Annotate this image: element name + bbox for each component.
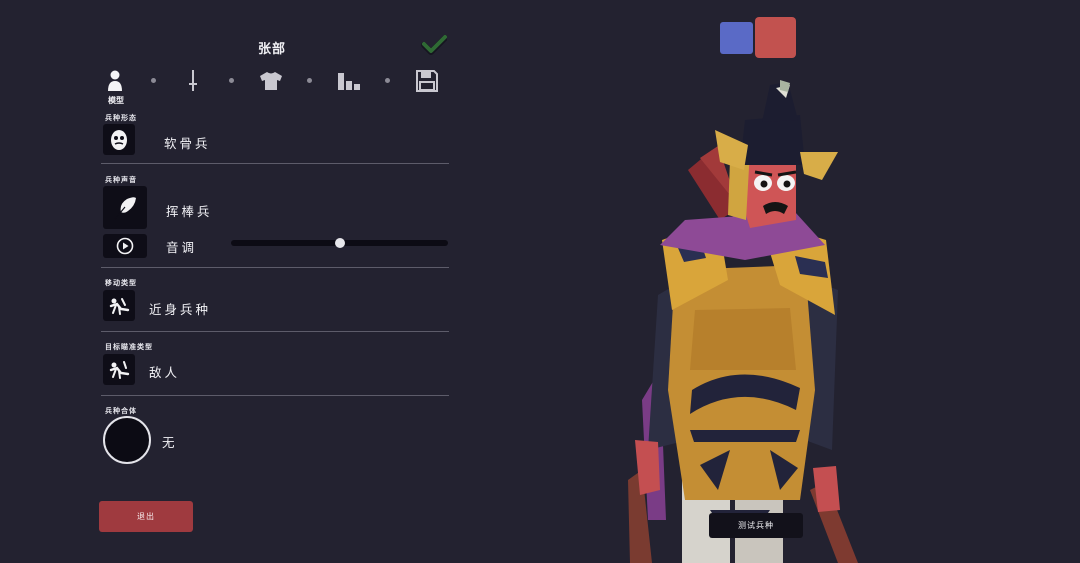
movement-section-label: 移动类型 [105, 279, 137, 287]
person-icon [108, 70, 122, 91]
targeting-select-button[interactable] [103, 354, 135, 385]
test-unit-button[interactable]: 测试兵种 [709, 513, 803, 538]
unit-name-title: 张部 [257, 42, 286, 57]
tab-model[interactable] [102, 68, 128, 94]
melee-movement-icon [109, 297, 130, 315]
tab-separator-dot [307, 78, 312, 83]
tab-separator-dot [229, 78, 234, 83]
bar-chart-icon [338, 73, 360, 90]
tab-weapon[interactable] [180, 68, 206, 94]
voice-select-button[interactable] [103, 186, 147, 229]
mask-face-icon [111, 129, 127, 150]
pitch-slider-handle[interactable] [334, 238, 345, 248]
sword-icon [189, 70, 197, 91]
movement-select-button[interactable] [103, 290, 135, 321]
target-enemy-icon [109, 360, 130, 379]
form-section-label: 兵种形态 [105, 114, 137, 122]
tab-separator-dot [385, 78, 390, 83]
targeting-section-label: 目标瞄准类型 [105, 343, 153, 351]
section-divider [101, 267, 449, 268]
targeting-value: 敌人 [149, 365, 181, 380]
combine-value: 无 [162, 435, 178, 450]
section-divider [101, 163, 449, 164]
tab-save[interactable] [414, 68, 440, 94]
combine-select-button[interactable] [103, 416, 151, 464]
pitch-label: 音调 [166, 240, 198, 255]
form-select-button[interactable] [103, 124, 135, 155]
voice-section-label: 兵种声音 [105, 176, 137, 184]
form-value: 软骨兵 [164, 136, 211, 151]
tab-separator-dot [151, 78, 156, 83]
movement-value: 近身兵种 [149, 302, 212, 317]
team-red-button[interactable] [755, 17, 796, 58]
section-divider [101, 331, 449, 332]
pitch-play-button[interactable] [103, 234, 147, 258]
combine-section-label: 兵种合体 [105, 407, 137, 415]
unit-character-preview[interactable] [600, 70, 880, 563]
section-divider [101, 395, 449, 396]
team-blue-button[interactable] [720, 22, 753, 54]
tab-stats[interactable] [336, 68, 362, 94]
confirm-check-icon[interactable] [421, 35, 448, 55]
exit-button[interactable]: 退出 [99, 501, 193, 532]
shirt-icon [260, 72, 282, 90]
feather-icon [114, 196, 136, 219]
tab-clothing[interactable] [258, 68, 284, 94]
floppy-disk-icon [416, 70, 438, 92]
play-icon [116, 237, 134, 255]
tab-model-label: 模型 [108, 96, 124, 105]
voice-value: 挥棒兵 [166, 204, 213, 219]
